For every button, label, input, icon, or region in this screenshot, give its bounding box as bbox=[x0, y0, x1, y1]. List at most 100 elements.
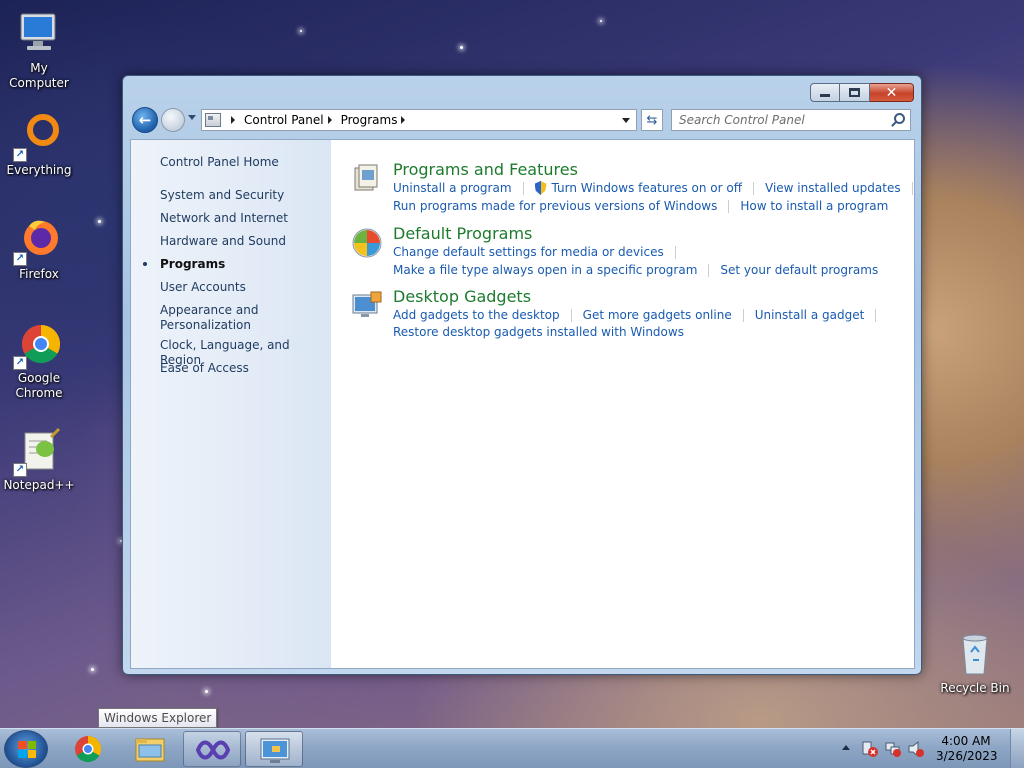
link-row: Make a file type always open in a specif… bbox=[393, 263, 878, 277]
visual-studio-icon bbox=[195, 740, 231, 760]
navigation-bar: ← Control Panel Programs ⇆ bbox=[131, 107, 913, 135]
star bbox=[98, 220, 101, 223]
link-row: Restore desktop gadgets installed with W… bbox=[393, 325, 684, 339]
everything-icon: ↗ bbox=[13, 112, 63, 162]
volume-icon[interactable] bbox=[907, 740, 925, 758]
windows-explorer-icon bbox=[135, 738, 165, 762]
desktop-icon-label: My Computer bbox=[9, 61, 69, 90]
minimize-button[interactable] bbox=[810, 83, 840, 102]
breadcrumb-arrow-icon[interactable] bbox=[231, 116, 235, 124]
taskbar-chrome-button[interactable] bbox=[59, 731, 117, 767]
back-arrow-icon: ← bbox=[138, 111, 152, 129]
chrome-icon: ↗ bbox=[13, 320, 63, 370]
content-area: Control Panel Home System and Security N… bbox=[130, 139, 915, 669]
firefox-icon: ↗ bbox=[13, 216, 63, 266]
separator bbox=[753, 181, 755, 195]
change-default-media-link[interactable]: Change default settings for media or dev… bbox=[393, 245, 664, 259]
action-center-icon[interactable] bbox=[861, 740, 879, 758]
desktop-icon-everything[interactable]: ↗ Everything bbox=[1, 112, 77, 178]
show-desktop-button[interactable] bbox=[1010, 729, 1024, 768]
windows-logo-icon bbox=[18, 741, 36, 758]
shortcut-arrow-icon: ↗ bbox=[13, 463, 27, 477]
separator bbox=[522, 181, 524, 195]
view-installed-updates-link[interactable]: View installed updates bbox=[765, 181, 901, 195]
address-bar[interactable]: Control Panel Programs bbox=[201, 109, 637, 131]
star bbox=[205, 690, 208, 693]
sidebar-item-network-and-internet[interactable]: Network and Internet bbox=[160, 211, 325, 226]
shortcut-arrow-icon: ↗ bbox=[13, 356, 27, 370]
shortcut-arrow-icon: ↗ bbox=[13, 252, 27, 266]
programs-features-icon bbox=[351, 162, 383, 194]
recent-pages-dropdown[interactable] bbox=[188, 115, 196, 120]
network-icon[interactable] bbox=[884, 740, 902, 758]
link-row: Uninstall a program Turn Windows feature… bbox=[393, 181, 924, 195]
separator bbox=[674, 245, 676, 259]
sidebar-item-user-accounts[interactable]: User Accounts bbox=[160, 280, 325, 295]
desktop-icon-recycle-bin[interactable]: Recycle Bin bbox=[937, 630, 1013, 696]
close-button[interactable]: ✕ bbox=[870, 83, 914, 102]
desktop-icon-label: Firefox bbox=[19, 267, 59, 281]
refresh-button[interactable]: ⇆ bbox=[641, 109, 663, 131]
breadcrumb-arrow-icon[interactable] bbox=[401, 116, 406, 124]
search-box[interactable] bbox=[671, 109, 911, 131]
taskbar: 4:00 AM 3/26/2023 bbox=[0, 728, 1024, 768]
show-hidden-icons-button[interactable] bbox=[842, 745, 850, 750]
address-dropdown-icon[interactable] bbox=[622, 118, 630, 123]
start-button[interactable] bbox=[4, 730, 48, 768]
uninstall-program-link[interactable]: Uninstall a program bbox=[393, 181, 512, 195]
link-row: Add gadgets to the desktop Get more gadg… bbox=[393, 308, 887, 322]
maximize-icon bbox=[849, 88, 860, 97]
refresh-icon: ⇆ bbox=[646, 112, 658, 128]
computer-icon bbox=[15, 10, 63, 58]
clock[interactable]: 4:00 AM 3/26/2023 bbox=[936, 734, 998, 764]
desktop-icon-label: Google Chrome bbox=[15, 371, 63, 400]
sidebar-item-control-panel-home[interactable]: Control Panel Home bbox=[160, 155, 325, 170]
set-default-programs-link[interactable]: Set your default programs bbox=[720, 263, 878, 277]
breadcrumb-control-panel[interactable]: Control Panel bbox=[244, 113, 324, 127]
taskbar-explorer-button[interactable] bbox=[121, 731, 179, 767]
link-row: Run programs made for previous versions … bbox=[393, 199, 888, 213]
add-gadgets-link[interactable]: Add gadgets to the desktop bbox=[393, 308, 560, 322]
separator bbox=[708, 263, 710, 277]
control-panel-window[interactable]: ✕ ← Control Panel Programs ⇆ Control Pan… bbox=[122, 75, 922, 675]
uninstall-gadget-link[interactable]: Uninstall a gadget bbox=[755, 308, 865, 322]
category-title[interactable]: Programs and Features bbox=[393, 160, 578, 179]
desktop-icon-notepadpp[interactable]: ↗ Notepad++ bbox=[1, 427, 77, 493]
separator bbox=[728, 199, 730, 213]
restore-gadgets-link[interactable]: Restore desktop gadgets installed with W… bbox=[393, 325, 684, 339]
category-title[interactable]: Default Programs bbox=[393, 224, 532, 243]
link-row: Change default settings for media or dev… bbox=[393, 245, 687, 259]
search-input[interactable] bbox=[672, 110, 882, 130]
sidebar-item-programs[interactable]: Programs bbox=[160, 257, 325, 272]
desktop-icon-my-computer[interactable]: My Computer bbox=[1, 10, 77, 91]
sidebar-item-ease-of-access[interactable]: Ease of Access bbox=[160, 361, 325, 376]
sidebar-item-hardware-and-sound[interactable]: Hardware and Sound bbox=[160, 234, 325, 249]
active-bullet-icon bbox=[143, 262, 147, 266]
desktop-icon-firefox[interactable]: ↗ Firefox bbox=[1, 216, 77, 282]
file-type-link[interactable]: Make a file type always open in a specif… bbox=[393, 263, 697, 277]
taskbar-visual-studio-button[interactable] bbox=[183, 731, 241, 767]
search-icon[interactable] bbox=[894, 113, 905, 124]
back-button[interactable]: ← bbox=[132, 107, 158, 133]
taskbar-control-panel-button[interactable] bbox=[245, 731, 303, 767]
how-to-install-link[interactable]: How to install a program bbox=[740, 199, 888, 213]
sidebar-item-appearance-and-personalization[interactable]: Appearance and Personalization bbox=[160, 303, 280, 333]
category-title[interactable]: Desktop Gadgets bbox=[393, 287, 531, 306]
breadcrumb-programs[interactable]: Programs bbox=[341, 113, 398, 127]
forward-button[interactable] bbox=[161, 108, 185, 132]
breadcrumb-arrow-icon[interactable] bbox=[327, 116, 332, 124]
separator bbox=[742, 308, 744, 322]
sidebar-item-system-and-security[interactable]: System and Security bbox=[160, 188, 325, 203]
clock-date: 3/26/2023 bbox=[936, 749, 998, 763]
desktop-icon-google-chrome[interactable]: ↗ Google Chrome bbox=[1, 320, 77, 401]
control-panel-icon bbox=[260, 738, 290, 763]
close-icon: ✕ bbox=[885, 84, 898, 101]
sidebar: Control Panel Home System and Security N… bbox=[131, 140, 331, 668]
windows-features-link[interactable]: Turn Windows features on or off bbox=[552, 181, 743, 195]
separator bbox=[570, 308, 572, 322]
tooltip: Windows Explorer bbox=[98, 708, 218, 728]
get-more-gadgets-link[interactable]: Get more gadgets online bbox=[583, 308, 732, 322]
clock-time: 4:00 AM bbox=[941, 734, 991, 748]
compatibility-link[interactable]: Run programs made for previous versions … bbox=[393, 199, 717, 213]
maximize-button[interactable] bbox=[840, 83, 870, 102]
